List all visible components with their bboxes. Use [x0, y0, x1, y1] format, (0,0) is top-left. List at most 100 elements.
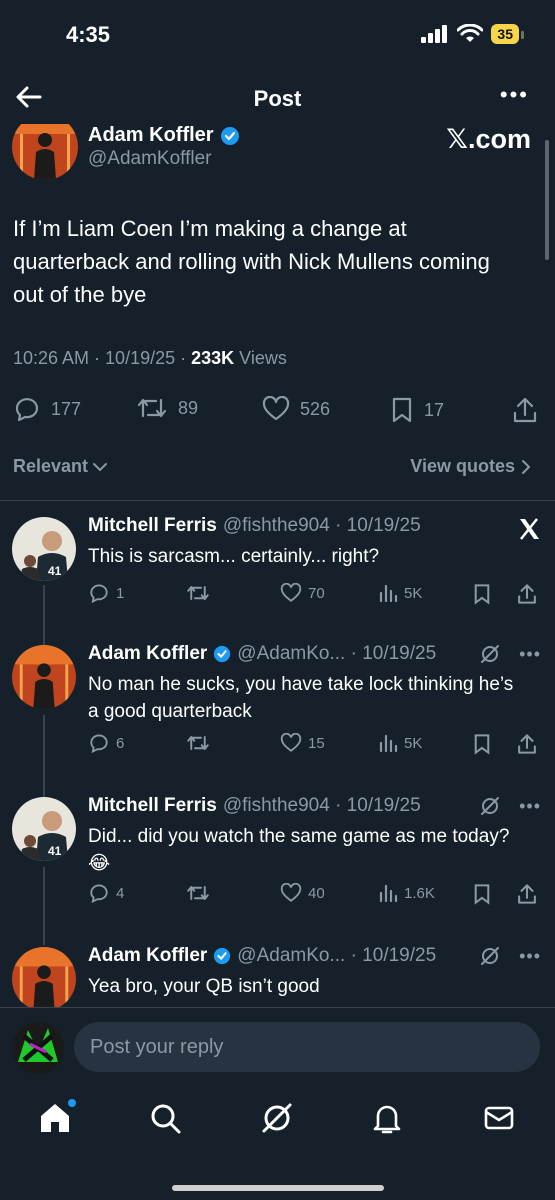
reply-actions: 4 40 1.6K [88, 883, 540, 909]
reply-author-handle[interactable]: @AdamKo... · 10/19/25 [237, 643, 436, 665]
reply-views-button[interactable]: 5K [378, 733, 422, 753]
reply-count: 177 [51, 398, 82, 419]
verified-badge-icon [214, 947, 231, 965]
reply-author-name[interactable]: Adam Koffler [88, 643, 207, 665]
views-count: 1.6K [404, 884, 435, 902]
reply-header: Adam Koffler @AdamKo... · 10/19/25 [88, 643, 436, 665]
battery-indicator: 35 [491, 24, 524, 44]
reply-corner-icons: ••• [479, 945, 541, 967]
reply-share-button[interactable] [516, 583, 538, 605]
more-icon[interactable]: ••• [519, 946, 541, 967]
views-label: Views [234, 348, 287, 368]
reply-share-button[interactable] [516, 883, 538, 905]
reply-text: Yea bro, your QB isn’t good [88, 976, 320, 997]
repost-icon [187, 736, 209, 750]
grok-icon[interactable] [479, 795, 501, 817]
reply-repost-button[interactable] [186, 883, 210, 903]
status-icons: 35 [421, 24, 524, 44]
reply-text: No man he sucks, you have take lock thin… [88, 674, 514, 722]
post-timestamp: 10:26 AM · 10/19/25 · [13, 348, 192, 368]
tab-search[interactable] [148, 1101, 184, 1137]
reply-item[interactable]: Adam Koffler @AdamKo... · 10/19/25 ••• N… [0, 629, 555, 779]
reply-repost-button[interactable] [186, 733, 210, 753]
heart-icon [280, 733, 302, 752]
bottom-tab-bar [0, 1087, 555, 1200]
like-button[interactable]: 526 [262, 396, 330, 422]
author-name[interactable]: Adam Koffler [88, 124, 240, 147]
author-avatar[interactable] [12, 124, 78, 180]
tab-home[interactable] [38, 1099, 76, 1137]
repost-icon [137, 398, 167, 418]
reply-bookmark-button[interactable] [472, 583, 492, 605]
like-count: 15 [308, 734, 325, 752]
reply-input[interactable] [74, 1022, 540, 1072]
reply-reply-button[interactable]: 4 [88, 883, 124, 903]
reply-avatar[interactable]: 41 [12, 797, 76, 861]
reply-item[interactable]: 41 Mitchell Ferris @fishthe904 · 10/19/2… [0, 781, 555, 931]
bookmark-icon [474, 584, 490, 605]
home-icon [41, 1104, 69, 1132]
tab-notifications[interactable] [370, 1101, 406, 1137]
view-quotes-link[interactable]: View quotes [410, 456, 531, 477]
envelope-icon [484, 1106, 514, 1130]
reply-avatar[interactable] [12, 947, 76, 1007]
my-avatar[interactable] [12, 1022, 64, 1074]
bookmark-button[interactable]: 17 [390, 396, 444, 424]
share-icon [513, 397, 537, 423]
reply-author-handle[interactable]: @fishthe904 · 10/19/25 [223, 795, 421, 817]
reply-author-handle[interactable]: @fishthe904 · 10/19/25 [223, 515, 421, 537]
reply-reply-button[interactable]: 6 [88, 733, 124, 753]
reply-actions: 6 15 5K [88, 733, 540, 759]
reply-item[interactable]: Adam Koffler @AdamKo... · 10/19/25 ••• Y… [0, 931, 555, 1007]
reply-reply-button[interactable]: 1 [88, 583, 124, 603]
bookmark-count: 17 [424, 399, 445, 420]
grok-icon[interactable] [479, 643, 501, 665]
reply-avatar[interactable]: 41 [12, 517, 76, 581]
grok-icon[interactable] [479, 945, 501, 967]
tab-grok[interactable] [260, 1101, 296, 1137]
reply-corner-icons: ••• [479, 643, 541, 665]
home-notification-dot [68, 1099, 76, 1107]
reply-like-button[interactable]: 40 [280, 883, 325, 903]
more-options-button[interactable]: ••• [500, 84, 529, 106]
reply-bookmark-button[interactable] [472, 733, 492, 755]
bookmark-icon [474, 734, 490, 755]
reply-repost-button[interactable] [186, 583, 210, 603]
reply-composer [0, 1007, 555, 1087]
reply-views-button[interactable]: 1.6K [378, 883, 435, 903]
status-bar: 4:35 35 [0, 0, 555, 72]
reply-author-name[interactable]: Mitchell Ferris [88, 795, 217, 817]
tab-messages[interactable] [482, 1101, 518, 1137]
signal-icon [421, 25, 448, 43]
reply-actions: 1 70 5K [88, 583, 540, 609]
sort-relevant-dropdown[interactable]: Relevant [13, 456, 108, 477]
bookmark-icon [474, 884, 490, 905]
share-button[interactable] [512, 396, 538, 424]
reply-author-name[interactable]: Adam Koffler [88, 945, 207, 967]
wifi-icon [457, 24, 484, 42]
reply-author-handle[interactable]: @AdamKo... · 10/19/25 [237, 945, 436, 967]
reply-views-button[interactable]: 5K [378, 583, 422, 603]
views-count[interactable]: 233K [191, 348, 234, 368]
search-icon [151, 1104, 181, 1134]
repost-button[interactable]: 89 [136, 396, 198, 420]
reply-like-button[interactable]: 70 [280, 583, 325, 603]
chevron-right-icon [522, 459, 531, 474]
reply-item[interactable]: 41 Mitchell Ferris @fishthe904 · 10/19/2… [0, 501, 555, 647]
bar-chart-icon [379, 584, 398, 603]
author-handle[interactable]: @AdamKoffler [88, 148, 212, 170]
more-icon[interactable]: ••• [519, 796, 541, 817]
reply-author-name[interactable]: Mitchell Ferris [88, 515, 217, 537]
reply-count: 4 [116, 884, 125, 902]
comment-icon [90, 734, 108, 753]
reply-button[interactable]: 177 [13, 396, 81, 422]
scrollbar[interactable] [545, 140, 549, 260]
reply-bookmark-button[interactable] [472, 883, 492, 905]
reply-avatar[interactable] [12, 645, 76, 709]
share-icon [518, 584, 536, 604]
more-icon[interactable]: ••• [519, 644, 541, 665]
comment-icon [90, 584, 108, 603]
reply-like-button[interactable]: 15 [280, 733, 325, 753]
bell-icon [373, 1105, 401, 1134]
reply-share-button[interactable] [516, 733, 538, 755]
